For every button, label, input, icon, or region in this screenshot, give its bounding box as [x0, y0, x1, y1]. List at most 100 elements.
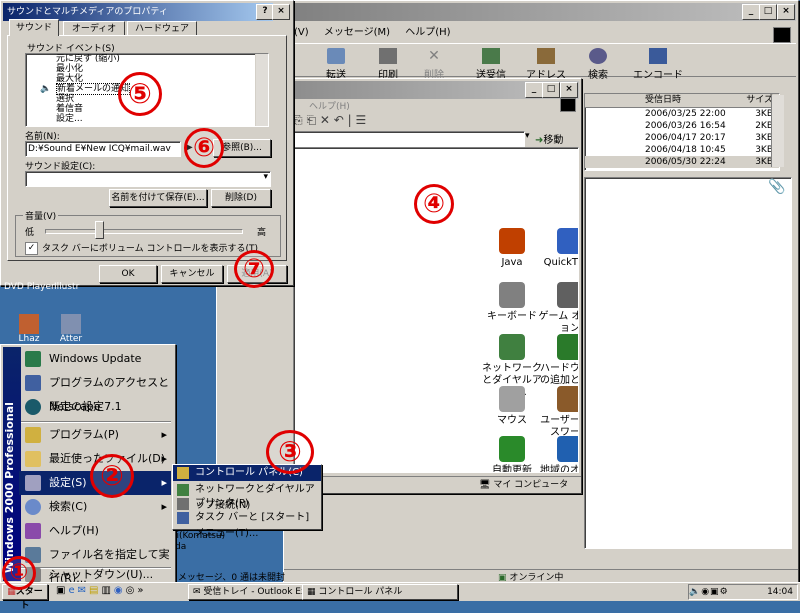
cp-item[interactable]: 地域のオプション — [538, 436, 578, 472]
desktop-icon-lhaz[interactable]: Lhaz — [14, 314, 44, 344]
copy-to-icon[interactable]: ⎗ — [306, 113, 316, 127]
control-panel-task-icon: ▦ — [307, 587, 319, 597]
start-shutdown[interactable]: シャットダウン(U)... — [19, 567, 171, 583]
annotation-3: ③ — [266, 430, 314, 474]
message-list[interactable]: 受信日時 サイズ 2006/03/25 22:00 3KB 2006/03/26 1… — [584, 93, 780, 171]
table-row[interactable]: 2006/03/26 16:54 2KB — [585, 120, 779, 132]
start-windows-update[interactable]: Windows Update — [19, 347, 171, 371]
go-button[interactable]: ➜移動 — [535, 131, 563, 146]
documents-icon — [25, 451, 41, 467]
desktop-icon-dvd[interactable]: DVD Player — [4, 282, 55, 292]
address-input[interactable] — [293, 131, 525, 147]
more-icon[interactable]: » — [137, 585, 146, 596]
ok-button[interactable]: OK — [99, 265, 157, 283]
folder-icon[interactable]: ▤ — [89, 585, 101, 596]
column-size[interactable]: サイズ — [746, 94, 773, 107]
list-scrollbar[interactable] — [771, 95, 784, 167]
task-control-panel[interactable]: ▦ コントロール パネル — [302, 584, 458, 600]
column-received[interactable]: 受信日時 — [645, 94, 681, 107]
desktop-icon-illustrator[interactable]: Illustr — [54, 282, 79, 292]
annotation-5: ⑤ — [118, 72, 162, 116]
minimize-button[interactable]: _ — [742, 4, 760, 20]
received-cell: 2006/03/25 22:00 — [645, 109, 726, 119]
table-row[interactable]: 2006/04/17 20:17 3KB — [585, 132, 779, 144]
tray-icons[interactable]: 🔈◉▣⚙ — [689, 587, 729, 597]
sound-name-select[interactable]: D:¥Sound E¥New ICQ¥mail.wav — [25, 141, 181, 157]
delete-scheme-button[interactable]: 削除(D) — [211, 189, 271, 207]
save-as-button[interactable]: 名前を付けて保存(E)... — [109, 189, 207, 207]
menu-message[interactable]: メッセージ(M) — [324, 27, 390, 38]
close-button[interactable]: × — [777, 4, 795, 20]
find-button[interactable]: 検索 — [576, 44, 620, 81]
minimize-button[interactable]: _ — [525, 82, 543, 98]
views-icon[interactable]: ☰ — [356, 113, 367, 127]
chevron-down-icon: ▾ — [263, 172, 268, 182]
cp-item[interactable]: ゲーム オプション — [538, 282, 578, 335]
start-netscape[interactable]: Netscape 7.1 — [19, 395, 171, 419]
task-outlook[interactable]: ✉ 受信トレイ - Outlook Expr... — [188, 584, 304, 600]
delete-icon: ✕ — [428, 48, 440, 64]
menu-view[interactable]: (V) — [294, 27, 309, 38]
cp-item[interactable]: 自動更新 — [480, 436, 544, 472]
events-scrollbar[interactable] — [255, 54, 268, 126]
start-search[interactable]: 検索(C) ▸ — [19, 495, 171, 519]
maximize-button[interactable]: □ — [542, 82, 560, 98]
send-receive-button[interactable]: 送受信 — [466, 44, 516, 81]
forward-button[interactable]: 転送 — [314, 44, 358, 81]
volume-slider-thumb[interactable] — [94, 221, 104, 239]
ie-icon[interactable]: e — [68, 585, 77, 596]
search-icon — [25, 499, 41, 515]
explorer-icon[interactable]: ▥ — [101, 585, 113, 596]
start-run[interactable]: ファイル名を指定して実行(R)... — [19, 543, 171, 585]
start-programs[interactable]: プログラム(P) ▸ — [19, 423, 171, 447]
quicktime-icon[interactable]: ◉ — [114, 585, 126, 596]
cp-item[interactable]: QuickTime — [538, 228, 578, 269]
find-icon — [589, 48, 607, 64]
received-cell: 2006/04/18 10:45 — [645, 145, 726, 155]
forward-icon — [327, 48, 345, 64]
table-row[interactable]: 2006/03/25 22:00 3KB — [585, 108, 779, 120]
close-button[interactable]: × — [272, 4, 290, 20]
cp-item[interactable]: ハードウェアの追加と削除 — [538, 334, 578, 387]
send-receive-icon — [482, 48, 500, 64]
start-help[interactable]: ヘルプ(H) — [19, 519, 171, 543]
taskbar-volume-checkbox[interactable]: ✓ タスク バーにボリューム コントロールを表示する(T) — [25, 241, 258, 255]
address-button[interactable]: アドレス — [524, 44, 568, 81]
status-computer: 🖥 マイ コンピュータ — [479, 480, 569, 490]
delete-button[interactable]: ✕ 削除 — [412, 44, 456, 81]
tab-hardware[interactable]: ハードウェア — [127, 21, 197, 36]
cancel-button[interactable]: キャンセル — [161, 265, 223, 283]
table-row[interactable]: 2006/05/30 22:24 3KB — [585, 156, 779, 168]
chevron-right-icon: ▸ — [161, 452, 167, 465]
submenu-taskbar[interactable]: タスク バーと [スタート] メニュー(T)... — [173, 510, 321, 539]
tab-sound[interactable]: サウンド — [9, 19, 59, 36]
undo-icon[interactable]: ↶ — [334, 113, 344, 127]
table-row[interactable]: 2006/04/18 10:45 3KB — [585, 144, 779, 156]
sound-event-item[interactable]: 元に戻す (縮小) — [26, 54, 256, 64]
start-program-access[interactable]: プログラムのアクセスと既定の設定 — [19, 371, 171, 413]
netscape-icon[interactable]: ◎ — [126, 585, 138, 596]
show-desktop-icon[interactable]: ▣ — [56, 585, 68, 596]
program-access-icon — [25, 375, 41, 391]
control-panel-item-icon — [557, 334, 578, 360]
desktop-icon-atter[interactable]: Atter — [56, 314, 86, 344]
sound-scheme-select[interactable]: ▾ — [25, 171, 271, 187]
sound-properties-dialog[interactable]: サウンドとマルチメディアのプロパティ ? × サウンド オーディオ ハードウェア… — [0, 0, 294, 286]
address-dropdown-button[interactable]: ▾ — [525, 131, 530, 141]
annotation-4: ④ — [414, 184, 454, 224]
move-to-icon[interactable]: ⎘ — [293, 113, 303, 127]
cp-item[interactable]: マウス — [480, 386, 544, 427]
print-button[interactable]: 印刷 — [366, 44, 410, 81]
maximize-button[interactable]: □ — [759, 4, 777, 20]
cp-item[interactable]: Java — [480, 228, 544, 269]
close-button[interactable]: × — [560, 82, 578, 98]
encode-icon — [649, 48, 667, 64]
start-menu[interactable]: Windows 2000 Professional Windows Update… — [0, 344, 176, 585]
tab-audio[interactable]: オーディオ — [63, 21, 125, 36]
delete-icon[interactable]: ✕ — [320, 113, 330, 127]
cp-item[interactable]: ユーザーとパスワード — [538, 386, 578, 439]
outlook-icon[interactable]: ✉ — [78, 585, 89, 596]
cp-item[interactable]: キーボード — [480, 282, 544, 323]
encode-button[interactable]: エンコード — [632, 44, 684, 81]
menu-help[interactable]: ヘルプ(H) — [405, 27, 450, 38]
